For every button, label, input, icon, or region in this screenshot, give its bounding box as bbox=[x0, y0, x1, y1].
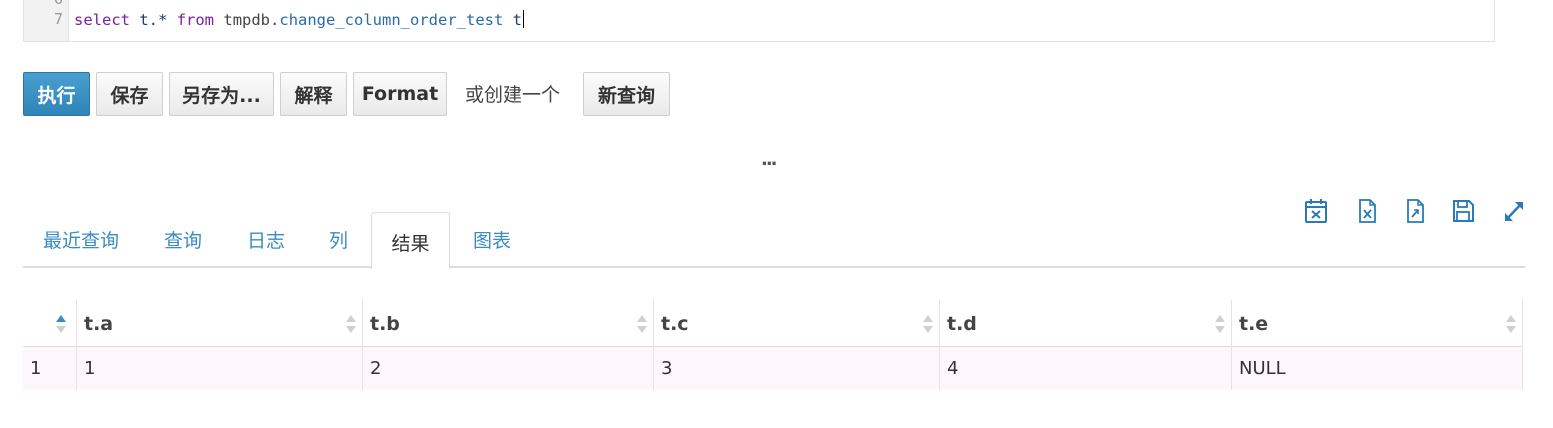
export-csv-icon[interactable] bbox=[1403, 198, 1427, 224]
table-header-row: t.a t.b t.c t.d t.e bbox=[23, 300, 1523, 347]
column-header-t-e[interactable]: t.e bbox=[1231, 300, 1523, 347]
column-header-label: t.d bbox=[947, 312, 977, 335]
database-name: tmpdb. bbox=[223, 11, 280, 29]
column-header-label: t.a bbox=[84, 312, 114, 335]
text-cursor bbox=[523, 10, 525, 28]
table-cell[interactable]: NULL bbox=[1231, 347, 1523, 390]
or-create-text: 或创建一个 bbox=[465, 84, 561, 106]
sort-icon bbox=[1506, 315, 1516, 333]
line-number: 6 bbox=[54, 0, 63, 8]
explain-button[interactable]: 解释 bbox=[280, 72, 347, 116]
code-line[interactable]: select t.* from tmpdb.change_column_orde… bbox=[74, 10, 525, 31]
tab-chart[interactable]: 图表 bbox=[473, 226, 511, 253]
new-query-button[interactable]: 新查询 bbox=[583, 72, 670, 116]
table-name: change_column_order_test bbox=[279, 11, 504, 29]
format-button[interactable]: Format bbox=[353, 72, 447, 116]
table-cell[interactable]: 3 bbox=[653, 347, 939, 390]
resize-handle[interactable]: ... bbox=[761, 151, 777, 169]
fullscreen-icon[interactable] bbox=[1502, 198, 1526, 224]
table-row[interactable]: 1 1 2 3 4 NULL bbox=[23, 347, 1523, 390]
line-number-gutter: 6 7 bbox=[24, 0, 69, 41]
column-header-t-d[interactable]: t.d bbox=[939, 300, 1231, 347]
clear-results-icon[interactable] bbox=[1304, 198, 1328, 224]
keyword-from: from bbox=[176, 11, 215, 29]
save-button[interactable]: 保存 bbox=[96, 72, 163, 116]
sort-icon bbox=[1215, 315, 1225, 333]
sort-icon bbox=[637, 315, 647, 333]
save-icon[interactable] bbox=[1451, 198, 1475, 224]
tab-query[interactable]: 查询 bbox=[164, 226, 202, 253]
column-header-label: t.e bbox=[1239, 312, 1269, 335]
sort-icon bbox=[923, 315, 933, 333]
column-header-t-c[interactable]: t.c bbox=[653, 300, 939, 347]
execute-button[interactable]: 执行 bbox=[23, 72, 90, 116]
keyword-select: select bbox=[74, 11, 130, 29]
line-number: 7 bbox=[53, 10, 63, 28]
select-columns: t.* bbox=[139, 11, 168, 29]
tab-columns[interactable]: 列 bbox=[329, 226, 348, 253]
sort-icon bbox=[346, 315, 356, 333]
row-number: 1 bbox=[30, 358, 42, 379]
export-excel-icon[interactable] bbox=[1355, 198, 1379, 224]
sort-ascending-icon bbox=[56, 315, 66, 333]
column-header-t-b[interactable]: t.b bbox=[362, 300, 653, 347]
table-cell[interactable]: 1 bbox=[76, 347, 362, 390]
tab-bar-line bbox=[23, 266, 1525, 268]
tab-log[interactable]: 日志 bbox=[247, 226, 285, 253]
sql-editor[interactable]: 6 7 select t.* from tmpdb.change_column_… bbox=[23, 0, 1495, 42]
table-cell[interactable]: 4 bbox=[939, 347, 1231, 390]
tab-results[interactable]: 结果 bbox=[371, 212, 450, 269]
column-header-label: t.b bbox=[370, 312, 400, 335]
save-as-button[interactable]: 另存为... bbox=[169, 72, 274, 116]
table-alias: t bbox=[512, 11, 523, 29]
tab-recent-queries[interactable]: 最近查询 bbox=[43, 226, 119, 253]
row-number-header[interactable] bbox=[23, 300, 76, 347]
table-cell[interactable]: 2 bbox=[362, 347, 653, 390]
column-header-label: t.c bbox=[661, 312, 689, 335]
column-header-t-a[interactable]: t.a bbox=[76, 300, 362, 347]
